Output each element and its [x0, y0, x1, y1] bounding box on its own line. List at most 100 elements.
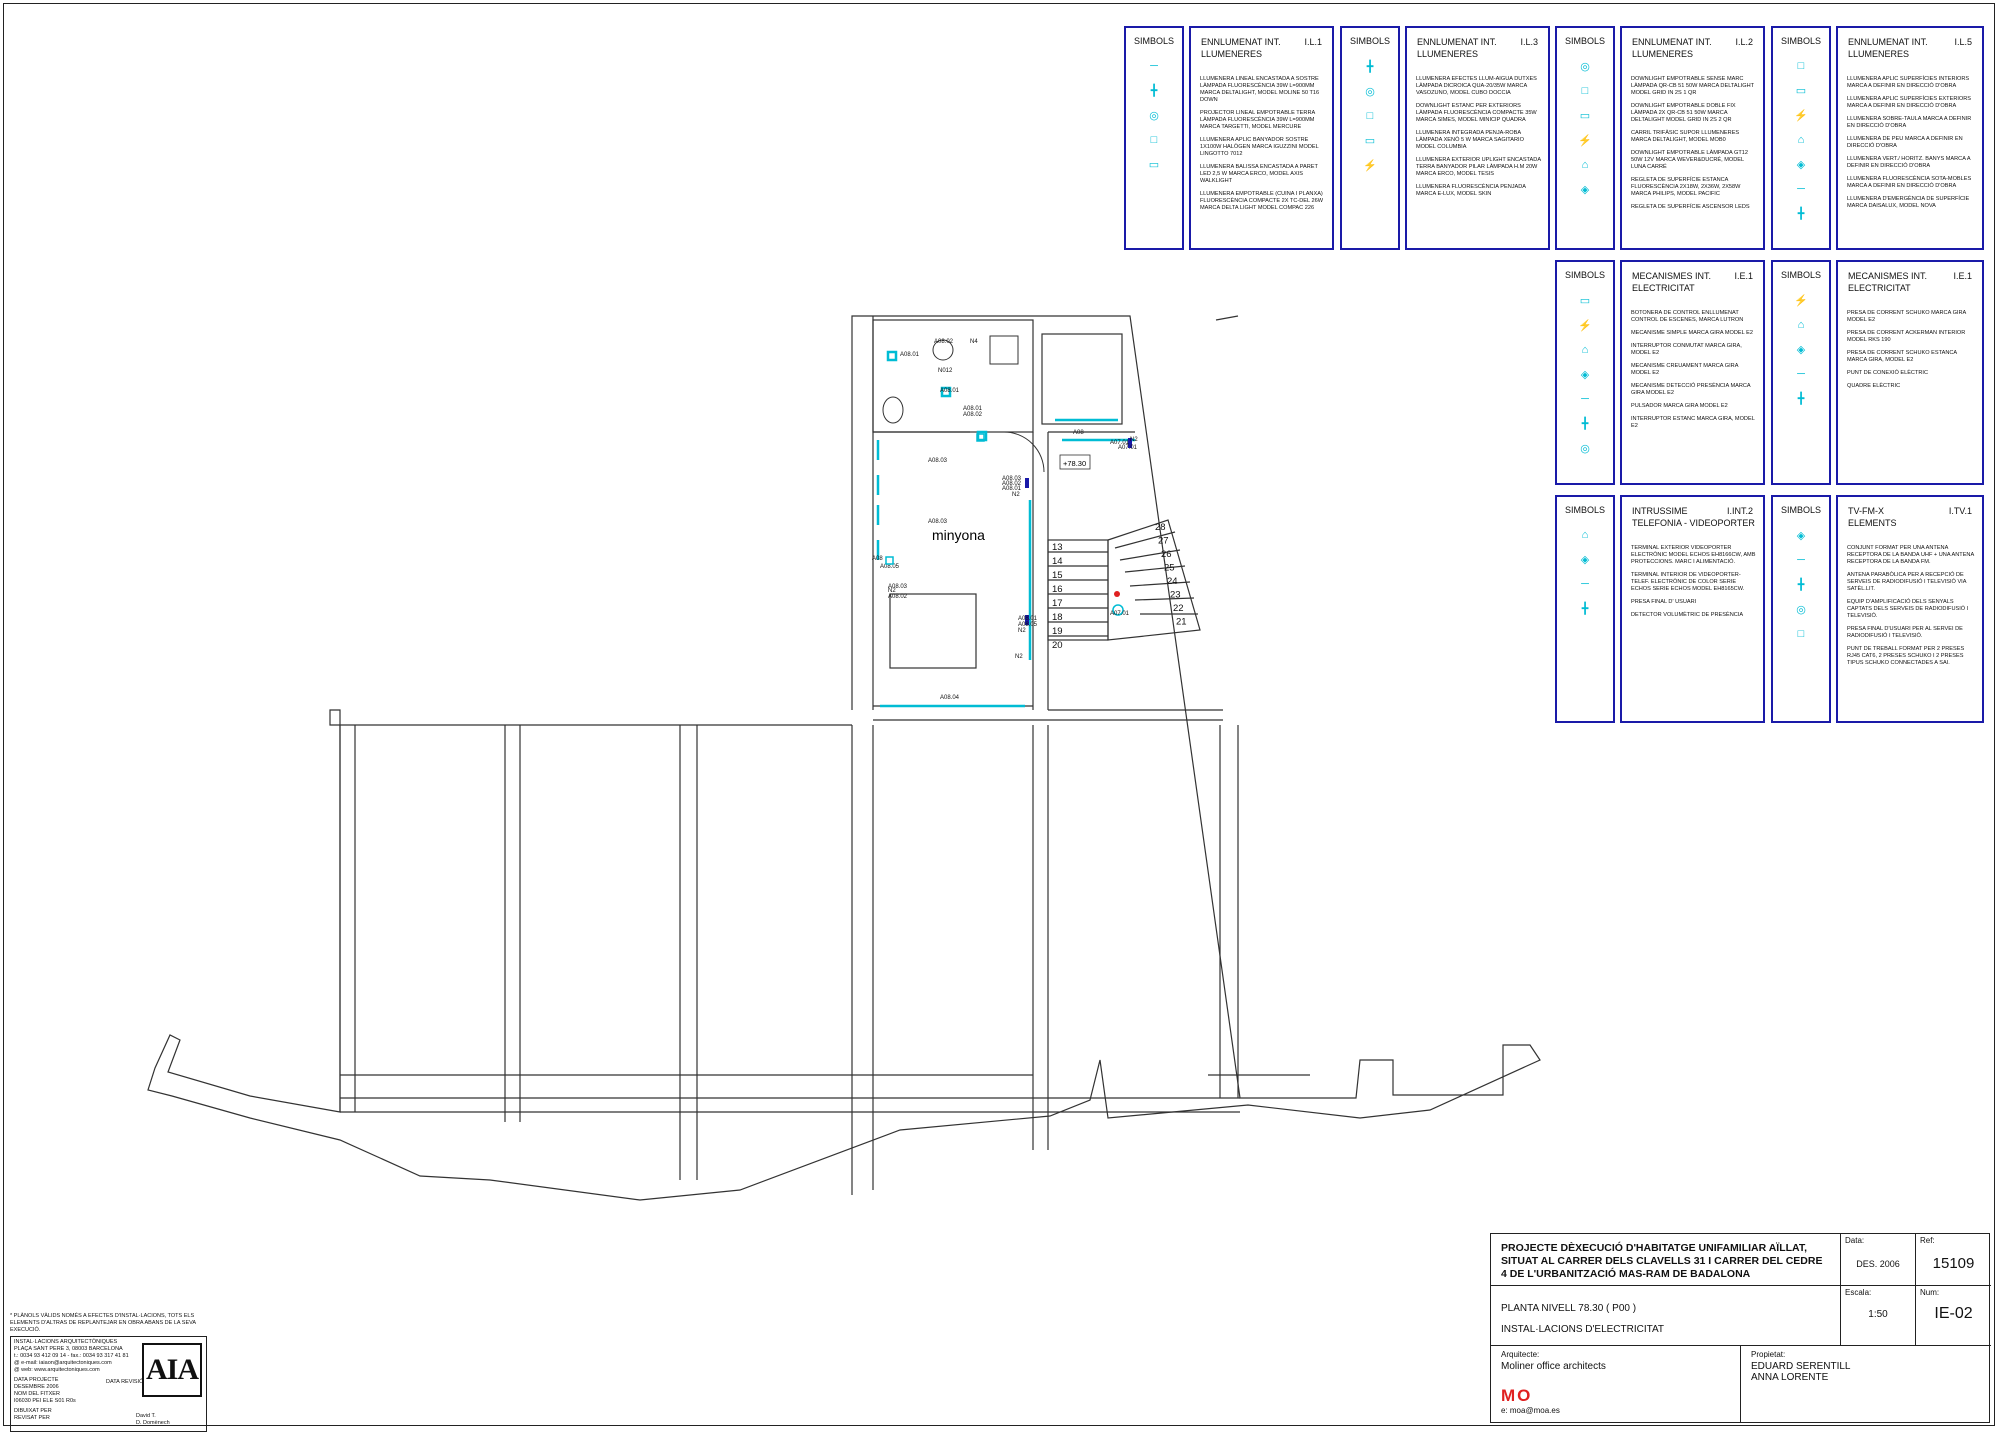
legend-symbol-icon: ─: [1797, 183, 1805, 195]
legend-symbol-icon: ╋: [1797, 393, 1805, 405]
date-cell: Data: DES. 2006: [1841, 1234, 1916, 1286]
light-fixtures: [876, 350, 1135, 708]
stair-step-number: 20: [1052, 640, 1063, 651]
legend-code: I.TV.1: [1948, 506, 1972, 516]
tag-labels: A08.01A08.02 N4N012A08.01A08.01A08.02A08A…: [872, 339, 1138, 701]
legend-symbol-icon: ─: [1797, 554, 1805, 566]
fixture-tag: A08: [1073, 430, 1084, 436]
fixture-tag: A08: [872, 556, 883, 562]
legend-subtitle: TELEFONIA - VIDEOPORTER: [1632, 518, 1755, 528]
legend-symbol-icon: ▭: [1148, 159, 1160, 171]
symbols-label: SIMBOLS: [1780, 270, 1821, 280]
legend-item: LLUMENERA LINEAL ENCASTADA A SOSTRE LÀMP…: [1200, 76, 1320, 103]
legend-panel: MECANISMES INT. I.E.1 ELECTRICITAT PRESA DE…: [1836, 260, 1984, 485]
stair-step-number: 18: [1052, 612, 1063, 623]
legend-item: TERMINAL EXTERIOR VIDEOPORTER ELECTRÒNIC…: [1631, 545, 1756, 565]
legend-symbol-icon: ─: [1581, 578, 1589, 590]
legend-symbol-icon: ▭: [1579, 295, 1591, 307]
legend-panel: INTRUSSIME I.INT.2 TELEFONIA - VIDEOPORTER…: [1620, 495, 1765, 723]
legend-item: CONJUNT FORMAT PER UNA ANTENA RECEPTORA …: [1847, 545, 1974, 565]
scale-cell: Escala: 1:50: [1841, 1286, 1916, 1346]
legend-symbol-icon: ◎: [1365, 86, 1375, 98]
legend-item: DOWNLIGHT EMPOTRABLE DOBLE FIX LÀMPADA 2…: [1631, 103, 1736, 123]
legend-symbol-icon: ╋: [1797, 579, 1805, 591]
legend-subtitle: LLUMENERES: [1201, 49, 1263, 59]
socket-red: [1114, 591, 1120, 597]
legend-symbol-icon: □: [1797, 628, 1805, 640]
legend-item: ANTENA PARABÒLICA PER A RECEPCIÓ DE SERV…: [1847, 572, 1967, 592]
legend-symbols-column: SIMBOLS ─ ╋ ◎ □ ▭: [1124, 26, 1184, 250]
owner-1: EDUARD SERENTILL: [1751, 1361, 1851, 1372]
legend-symbol-icon: ⌂: [1581, 529, 1589, 541]
fixture-tag: A08.03: [928, 519, 948, 525]
legend-symbol-icon: ─: [1797, 368, 1805, 380]
architect-email: e: moa@moa.es: [1501, 1406, 1560, 1415]
title-block: PROJECTE DÈXECUCIÓ D'HABITATGE UNIFAMILI…: [1490, 1233, 1991, 1423]
legend-symbols-column: SIMBOLS □ ▭ ⚡ ⌂ ◈ ─ ╋: [1771, 26, 1831, 250]
level-mark: +78.30: [1063, 459, 1086, 468]
legend-symbol-icon: ⌂: [1581, 159, 1589, 171]
legend-symbol-icon: □: [1797, 60, 1805, 72]
aia-phone: t.: 0034 93 412 09 14 - fax.: 0034 93 31…: [14, 1353, 129, 1359]
aia-drawn-label: DIBUIXAT PER: [14, 1408, 52, 1414]
aia-company: INSTAL·LACIONS ARQUITECTÒNIQUES: [14, 1339, 118, 1345]
legend-item: LLUMENERA DE PEU MARCA A DEFINIR EN DIRE…: [1847, 136, 1963, 149]
owner-2: ANNA LORENTE: [1751, 1372, 1829, 1383]
legend-symbol-icon: ▭: [1795, 85, 1807, 97]
stair-step-number: 24: [1167, 576, 1178, 587]
owner-label: Propietat:: [1751, 1350, 1786, 1359]
legend-item: LLUMENERA D'EMERGÈNCIA DE SUPERFÍCIE MAR…: [1847, 196, 1970, 209]
symbols-label: SIMBOLS: [1133, 36, 1174, 46]
legend-item: DETECTOR VOLUMÈTRIC DE PRESÈNCIA: [1631, 612, 1744, 618]
symbols-label: SIMBOLS: [1564, 270, 1605, 280]
legend-subtitle: LLUMENERES: [1632, 49, 1694, 59]
legend-panel: MECANISMES INT. I.E.1 ELECTRICITAT BOTONERA…: [1620, 260, 1765, 485]
legend-symbol-icon: ⚡: [1794, 295, 1808, 307]
legend-code: I.E.1: [1953, 271, 1972, 281]
legend-symbol-icon: ─: [1150, 60, 1158, 72]
plan-subject: INSTAL·LACIONS D'ELECTRICITAT: [1501, 1324, 1665, 1335]
date-value: DES. 2006: [1856, 1259, 1900, 1269]
legend-item: DOWNLIGHT ESTANC PER EXTERIORS LÀMPADA F…: [1416, 103, 1537, 123]
legend-code: I.L.5: [1954, 37, 1972, 47]
legend-item: LLUMENERA APLIC SUPERFÍCIES INTERIORS MA…: [1847, 76, 1970, 89]
ref-label: Ref:: [1920, 1236, 1935, 1245]
fixture-tag: N012: [938, 368, 953, 374]
legend-symbol-icon: ⌂: [1797, 319, 1805, 331]
legend-symbol-icon: ─: [1581, 393, 1589, 405]
legend-item: EQUIP D'AMPLIFICACIÓ DELS SENYALS CAPTAT…: [1847, 599, 1969, 619]
legend-item: LLUMENERA VERT./ HORITZ. BANYS MARCA A D…: [1847, 156, 1971, 169]
fixture-tag: A08.03: [928, 458, 948, 464]
fixture-tag: A08.04: [940, 695, 960, 701]
legend-item: LLUMENERA INTEGRADA PENJA-ROBA LÀMPADA X…: [1416, 130, 1524, 150]
aia-file: I06030 PEI ELE S01 R0s: [14, 1398, 76, 1404]
fixture-tag: N2: [1130, 437, 1138, 443]
aia-note: * PLÀNOLS VÀLIDS NOMÉS A EFECTES D'INSTA…: [10, 1313, 196, 1333]
legend-subtitle: ELEMENTS: [1848, 518, 1897, 528]
legend-symbol-icon: □: [1581, 85, 1589, 97]
stair-step-number: 21: [1176, 617, 1187, 628]
legend-symbol-icon: ◈: [1580, 369, 1590, 381]
legend-subtitle: ELECTRICITAT: [1848, 283, 1911, 293]
aia-logo: AIA: [142, 1343, 202, 1397]
legend-panel: TV-FM-X I.TV.1 ELEMENTS CONJUNT FORMAT PER …: [1836, 495, 1984, 723]
legend-item: PRESA DE CORRENT ACKERMAN INTERIOR MODEL…: [1847, 330, 1966, 343]
scale-label: Escala:: [1845, 1288, 1872, 1297]
fixture-tag: N2: [1012, 492, 1020, 498]
stair-step-number: 19: [1052, 626, 1063, 637]
legend-subtitle: LLUMENERES: [1417, 49, 1479, 59]
legend-symbol-icon: ╋: [1150, 85, 1158, 97]
scale-value: 1:50: [1868, 1309, 1888, 1320]
plan-name: PLANTA NIVELL 78.30 ( P00 ): [1501, 1303, 1637, 1314]
legend-symbol-icon: ⚡: [1794, 110, 1808, 122]
architect-name: Moliner office architects: [1501, 1361, 1606, 1372]
num-cell: Num: IE-02: [1916, 1286, 1991, 1346]
legend-code: I.E.1: [1734, 271, 1753, 281]
legend-item: PULSADOR MARCA GIRA MODEL E2: [1631, 403, 1728, 409]
date-label: Data:: [1845, 1236, 1865, 1245]
legend-subtitle: LLUMENERES: [1848, 49, 1910, 59]
legend-symbol-icon: ◈: [1796, 159, 1806, 171]
legend-symbol-icon: ◎: [1580, 443, 1590, 455]
ref-value: 15109: [1932, 1255, 1975, 1272]
legend-symbol-icon: ◈: [1580, 554, 1590, 566]
